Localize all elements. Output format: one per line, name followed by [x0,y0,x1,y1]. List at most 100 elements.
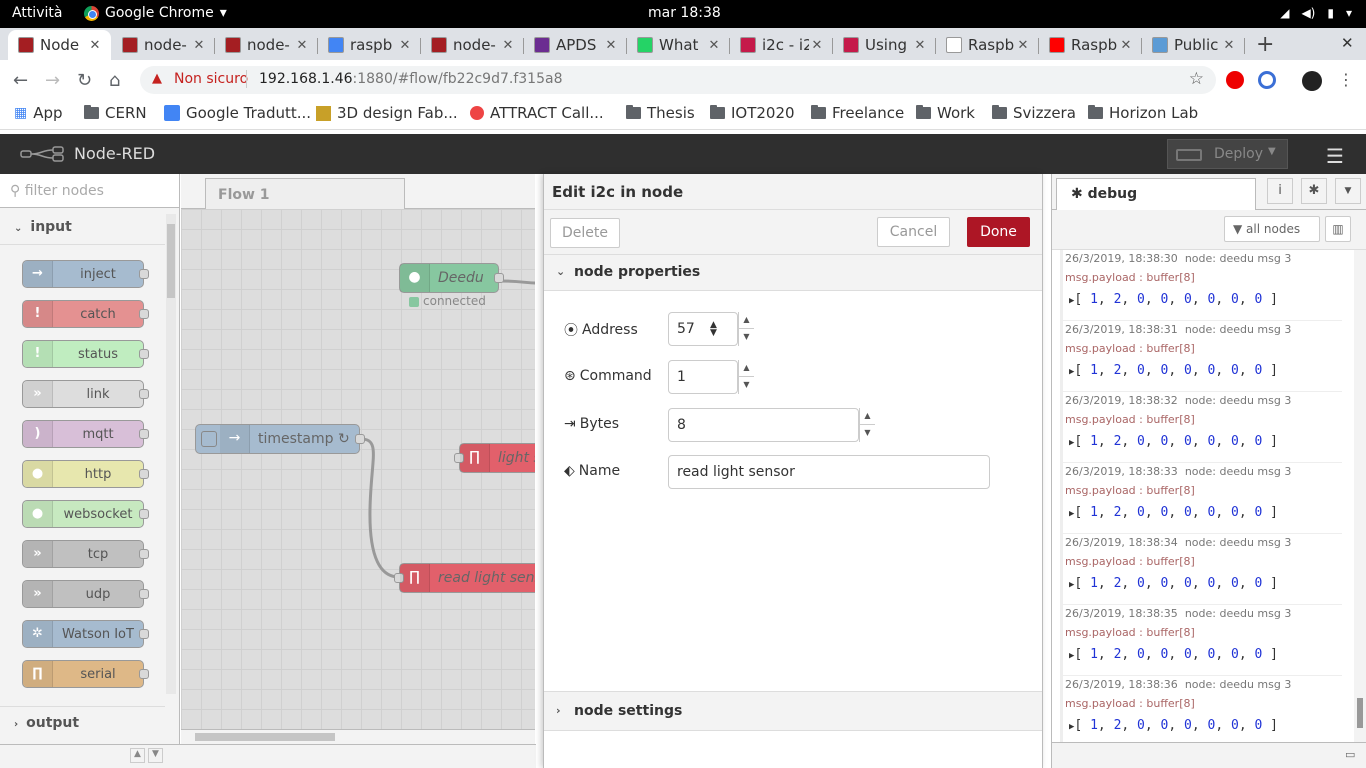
tab-10[interactable]: Raspb ✕ [936,30,1039,60]
expand-arrow-icon[interactable]: ▶ [1069,722,1074,732]
tab-6[interactable]: APDS ✕ [524,30,627,60]
flow-node-light-sensor[interactable]: ∏ light s [454,443,535,473]
message-value[interactable]: ▶[ 1, 2, 0, 0, 0, 0, 0, 0 ] [1069,576,1278,591]
bookmark-item[interactable]: CERN [84,104,147,122]
filter-nodes-button[interactable]: ▼ all nodes [1224,216,1320,242]
system-tray[interactable]: ◢ ◀) ▮ ▾ [1280,6,1352,20]
close-tab-icon[interactable]: ✕ [294,38,310,53]
tab-2[interactable]: node- ✕ [112,30,215,60]
palette-filter-input[interactable]: ⚲ filter nodes [0,174,179,208]
cancel-button[interactable]: Cancel [877,217,950,247]
done-button[interactable]: Done [967,217,1030,247]
expand-arrow-icon[interactable]: ▶ [1069,580,1074,590]
tab-8[interactable]: i2c - i2 ✕ [730,30,833,60]
window-close-icon[interactable]: ✕ [1341,34,1354,52]
profile-avatar[interactable] [1302,71,1322,91]
expand-arrow-icon[interactable]: ▶ [1069,438,1074,448]
palette-node-serial[interactable]: ∏ serial [22,660,149,688]
output-port[interactable] [355,434,365,444]
url-text[interactable]: 192.168.1.46:1880/#flow/fb22c9d7.f315a8 [259,71,562,87]
reload-icon[interactable]: ↻ [77,70,92,91]
bookmark-item[interactable]: 3D design Fab... [316,104,458,122]
debug-message[interactable]: 26/3/2019, 18:38:36 node: deedu msg 3 msg… [1060,676,1342,742]
section-node-properties[interactable]: ⌄ node properties [544,255,1042,291]
forward-icon[interactable]: → [45,70,60,91]
debug-message[interactable]: 26/3/2019, 18:38:33 node: deedu msg 3 msg… [1060,463,1342,534]
command-spinner[interactable]: ▲ ▼ [738,360,754,394]
inject-button[interactable] [201,431,217,447]
tab-7[interactable]: What ✕ [627,30,730,60]
close-tab-icon[interactable]: ✕ [1015,38,1031,53]
bookmark-item[interactable]: Thesis [626,104,695,122]
palette-category-input[interactable]: ⌄ input [0,209,165,245]
expand-arrow-icon[interactable]: ▶ [1069,509,1074,519]
window-icon[interactable]: ▭ [1345,748,1355,761]
hamburger-menu-icon[interactable]: ☰ [1326,144,1344,168]
message-value[interactable]: ▶[ 1, 2, 0, 0, 0, 0, 0, 0 ] [1069,718,1278,733]
collapse-up-icon[interactable]: ▲ [130,748,145,763]
palette-node-catch[interactable]: ! catch [22,300,149,328]
palette-node-udp[interactable]: » udp [22,580,149,608]
omnibox[interactable]: ▲ Non sicuro 192.168.1.46:1880/#flow/fb2… [140,66,1216,94]
workspace-scrollbar[interactable] [181,729,535,744]
caret-down-icon[interactable]: ▼ [1268,146,1276,157]
app-menu[interactable]: Google Chrome ▾ [84,5,227,21]
expand-arrow-icon[interactable]: ▶ [1069,367,1074,377]
adblock-icon[interactable] [1226,71,1244,89]
close-tab-icon[interactable]: ✕ [706,38,722,53]
delete-button[interactable]: Delete [550,218,620,248]
close-tab-icon[interactable]: ✕ [912,38,928,53]
message-value[interactable]: ▶[ 1, 2, 0, 0, 0, 0, 0, 0 ] [1069,363,1278,378]
debug-message[interactable]: 26/3/2019, 18:38:32 node: deedu msg 3 msg… [1060,392,1342,463]
output-port[interactable] [494,273,504,283]
bookmark-item[interactable]: Google Tradutt... [164,104,311,122]
close-tab-icon[interactable]: ✕ [1118,38,1134,53]
collapse-down-icon[interactable]: ▼ [148,748,163,763]
message-value[interactable]: ▶[ 1, 2, 0, 0, 0, 0, 0, 0 ] [1069,434,1278,449]
info-icon[interactable]: i [1267,178,1293,204]
bookmark-item[interactable]: Svizzera [992,104,1076,122]
tab-9[interactable]: Using ✕ [833,30,936,60]
chevron-down-icon[interactable]: ▼ [1335,178,1361,204]
clock[interactable]: mar 18:38 [648,5,721,21]
section-node-settings[interactable]: › node settings [544,691,1042,731]
palette-node-websocket[interactable]: ● websocket [22,500,149,528]
palette-node-http[interactable]: ● http [22,460,149,488]
activities-button[interactable]: Attività [12,5,62,21]
tab-11[interactable]: Raspb ✕ [1039,30,1142,60]
deploy-button[interactable]: Deploy ▼ [1167,139,1288,169]
bookmark-item[interactable]: IOT2020 [710,104,795,122]
expand-arrow-icon[interactable]: ▶ [1069,651,1074,661]
tab-flow-1[interactable]: Flow 1 [205,178,405,210]
home-icon[interactable]: ⌂ [109,70,120,91]
flow-canvas[interactable]: ● Deedu connected → timestamp ↻ ∏ light … [181,209,535,729]
flow-node-timestamp[interactable]: → timestamp ↻ [195,424,365,454]
bookmark-star-icon[interactable]: ☆ [1189,69,1204,89]
palette-node-status[interactable]: ! status [22,340,149,368]
debug-message[interactable]: 26/3/2019, 18:38:31 node: deedu msg 3 msg… [1060,321,1342,392]
palette-node-watson-iot[interactable]: ✲ Watson IoT [22,620,149,648]
chrome-menu-icon[interactable]: ⋮ [1338,70,1354,89]
bookmark-item[interactable]: Horizon Lab [1088,104,1198,122]
tab-1[interactable]: Node ✕ [8,30,111,60]
message-value[interactable]: ▶[ 1, 2, 0, 0, 0, 0, 0, 0 ] [1069,647,1278,662]
debug-message[interactable]: 26/3/2019, 18:38:35 node: deedu msg 3 msg… [1060,605,1342,676]
close-tab-icon[interactable]: ✕ [397,38,413,53]
debug-message[interactable]: 26/3/2019, 18:38:34 node: deedu msg 3 msg… [1060,534,1342,605]
close-tab-icon[interactable]: ✕ [809,38,825,53]
flow-node-read-light-sensor[interactable]: ∏ read light sensor [394,563,535,593]
tab-3[interactable]: node- ✕ [215,30,318,60]
palette-node-link[interactable]: » link [22,380,149,408]
command-input[interactable]: 1 [668,360,738,394]
debug-message[interactable]: 26/3/2019, 18:38:30 node: deedu msg 3 msg… [1060,250,1342,321]
name-input[interactable]: read light sensor [668,455,990,489]
address-spinner[interactable]: ▲ ▼ [738,312,754,346]
bytes-input[interactable]: 8 [668,408,859,442]
bug-icon[interactable]: ✱ [1301,178,1327,204]
bookmark-item[interactable]: Work [916,104,975,122]
trash-icon[interactable]: ▥ [1325,216,1351,242]
palette-node-mqtt[interactable]: ) mqtt [22,420,149,448]
bookmark-item[interactable]: ▦ App [14,104,63,122]
tab-5[interactable]: node- ✕ [421,30,524,60]
close-tab-icon[interactable]: ✕ [87,38,103,53]
